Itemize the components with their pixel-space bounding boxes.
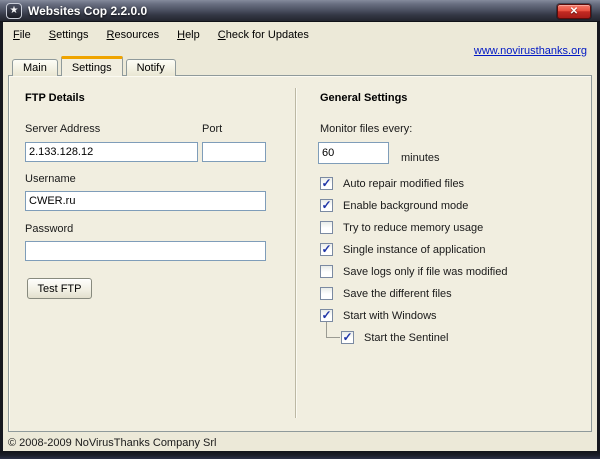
server-address-input[interactable]	[25, 142, 198, 162]
tab-settings[interactable]: Settings	[61, 56, 123, 76]
checkbox-label-start-with-windows: Start with Windows	[343, 310, 437, 322]
window-title: Websites Cop 2.2.0.0	[28, 4, 147, 18]
monitor-interval-label: Monitor files every:	[320, 123, 412, 135]
checkbox-save-logs-only-if-file-was-modified[interactable]	[320, 265, 333, 278]
checkbox-label-single-instance-of-application: Single instance of application	[343, 244, 485, 256]
app-star-icon: ★	[6, 3, 22, 19]
menu-item-help[interactable]: Help	[175, 28, 202, 42]
username-input[interactable]	[25, 191, 266, 211]
window-bottom-frame	[0, 451, 600, 459]
website-link[interactable]: www.novirusthanks.org	[474, 45, 587, 57]
checkbox-save-the-different-files[interactable]	[320, 287, 333, 300]
checkbox-row-save-the-different-files: Save the different files	[320, 287, 507, 300]
tab-main[interactable]: Main	[12, 59, 58, 76]
checkbox-label-save-logs-only-if-file-was-modified: Save logs only if file was modified	[343, 266, 507, 278]
port-label: Port	[202, 123, 222, 135]
menu-item-resources[interactable]: Resources	[105, 28, 162, 42]
menu-item-check-for-updates[interactable]: Check for Updates	[216, 28, 311, 42]
settings-tab-panel: FTP Details Server Address Port Username…	[8, 75, 592, 432]
checkbox-row-save-logs-only-if-file-was-modified: Save logs only if file was modified	[320, 265, 507, 278]
checkbox-row-single-instance-of-application: ✓ Single instance of application	[320, 243, 507, 256]
app-window: ★ Websites Cop 2.2.0.0 ✕ File Settings Res…	[0, 0, 600, 459]
checkbox-label-try-to-reduce-memory-usage: Try to reduce memory usage	[343, 222, 483, 234]
general-checkbox-list: ✓ Auto repair modified files ✓ Enable backg…	[320, 177, 507, 353]
server-address-label: Server Address	[25, 123, 100, 135]
tab-notify[interactable]: Notify	[126, 59, 176, 76]
status-bar: © 2008-2009 NoVirusThanks Company Srl	[8, 437, 216, 449]
checkbox-enable-background-mode[interactable]: ✓	[320, 199, 333, 212]
menu-bar: File Settings Resources Help Check for Updat…	[11, 28, 325, 42]
section-divider	[295, 88, 297, 418]
checkbox-row-try-to-reduce-memory-usage: Try to reduce memory usage	[320, 221, 507, 234]
checkbox-start-with-windows[interactable]: ✓	[320, 309, 333, 322]
checkbox-label-start-the-sentinel: Start the Sentinel	[364, 332, 448, 344]
password-input[interactable]	[25, 241, 266, 261]
checkbox-row-auto-repair-modified-files: ✓ Auto repair modified files	[320, 177, 507, 190]
tree-connector-line	[326, 322, 340, 338]
checkbox-label-auto-repair-modified-files: Auto repair modified files	[343, 178, 464, 190]
username-label: Username	[25, 173, 76, 185]
ftp-details-heading: FTP Details	[25, 92, 85, 104]
checkbox-label-save-the-different-files: Save the different files	[343, 288, 452, 300]
tab-bar: MainSettingsNotify	[12, 56, 179, 76]
copyright-text: © 2008-2009 NoVirusThanks Company Srl	[8, 437, 216, 449]
checkbox-label-enable-background-mode: Enable background mode	[343, 200, 468, 212]
checkbox-row-start-with-windows: ✓ Start with Windows	[320, 309, 507, 322]
test-ftp-button[interactable]: Test FTP	[27, 278, 92, 299]
checkbox-row-enable-background-mode: ✓ Enable background mode	[320, 199, 507, 212]
checkbox-start-the-sentinel[interactable]: ✓	[341, 331, 354, 344]
monitor-interval-input[interactable]	[318, 142, 389, 164]
close-button[interactable]: ✕	[557, 4, 591, 19]
title-bar: ★ Websites Cop 2.2.0.0 ✕	[0, 0, 600, 22]
password-label: Password	[25, 223, 73, 235]
port-input[interactable]	[202, 142, 266, 162]
menu-item-settings[interactable]: Settings	[47, 28, 91, 42]
menu-item-file[interactable]: File	[11, 28, 33, 42]
client-area: File Settings Resources Help Check for Updat…	[3, 22, 597, 451]
checkbox-row-start-the-sentinel: ✓ Start the Sentinel	[341, 331, 507, 344]
checkbox-single-instance-of-application[interactable]: ✓	[320, 243, 333, 256]
checkbox-auto-repair-modified-files[interactable]: ✓	[320, 177, 333, 190]
checkbox-try-to-reduce-memory-usage[interactable]	[320, 221, 333, 234]
monitor-unit-label: minutes	[401, 152, 440, 164]
general-settings-heading: General Settings	[320, 92, 407, 104]
